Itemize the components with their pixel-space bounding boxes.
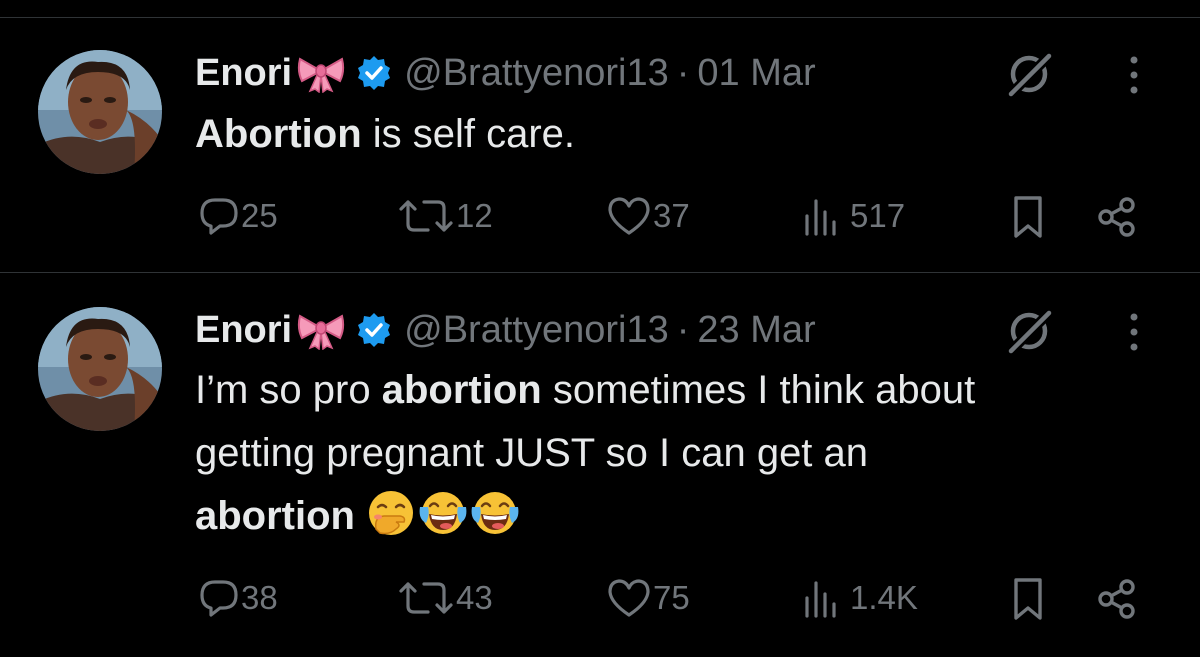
more-dots-icon[interactable] [1124, 312, 1144, 352]
reply-button[interactable]: 38 [199, 578, 278, 618]
reply-icon [199, 196, 239, 236]
bookmark-button[interactable] [1011, 195, 1045, 239]
tweet-text: Abortion is self care. [195, 103, 575, 166]
reply-button[interactable]: 25 [199, 196, 278, 236]
tweet-2[interactable]: Enori @Brattyenori13 · 23 Mar I’m so pro… [0, 273, 1200, 657]
share-button[interactable] [1097, 197, 1137, 237]
separator: · [676, 308, 690, 351]
author-handle[interactable]: @Brattyenori13 [404, 52, 669, 95]
text-segment [355, 494, 366, 538]
hand-over-mouth-emoji [366, 489, 416, 539]
views-count: 517 [850, 197, 906, 234]
tweet-1[interactable]: Enori @Brattyenori13 · 01 Mar Abortion i… [0, 0, 1200, 272]
reply-count: 25 [241, 197, 278, 234]
action-bar: 25 12 37 517 [0, 193, 1200, 243]
text-segment-bold: abortion [381, 368, 542, 412]
action-bar: 38 43 75 1.4K [0, 575, 1200, 625]
views-button[interactable]: 1.4K [802, 578, 918, 618]
text-segment-bold: Abortion [195, 112, 362, 156]
repost-icon [398, 578, 454, 618]
reply-count: 38 [241, 579, 278, 616]
ribbon-emoji [296, 53, 346, 93]
reply-icon [199, 578, 239, 618]
tweet-text: I’m so pro abortion sometimes I think ab… [195, 359, 975, 548]
share-icon [1097, 579, 1137, 619]
text-line-2: getting pregnant JUST so I can get an [195, 422, 975, 485]
tears-of-joy-emoji [470, 489, 520, 539]
tweet-date[interactable]: 23 Mar [697, 309, 815, 352]
tears-of-joy-emoji [418, 489, 468, 539]
views-icon [802, 578, 842, 618]
tweet-header: Enori @Brattyenori13 · 01 Mar [195, 50, 816, 96]
ribbon-emoji [296, 310, 346, 350]
like-count: 37 [653, 197, 690, 234]
avatar[interactable] [38, 50, 162, 174]
views-icon [802, 196, 842, 236]
text-segment: getting pregnant JUST so I can get an [195, 431, 869, 475]
like-button[interactable]: 75 [607, 578, 690, 618]
verified-badge-icon[interactable] [356, 55, 392, 91]
verified-badge-icon[interactable] [356, 312, 392, 348]
author-name[interactable]: Enori [195, 52, 292, 95]
grok-icon[interactable] [1005, 50, 1053, 98]
text-segment: sometimes I think about [541, 368, 976, 412]
repost-button[interactable]: 43 [398, 578, 493, 618]
share-button[interactable] [1097, 579, 1137, 619]
repost-icon [398, 196, 454, 236]
author-handle[interactable]: @Brattyenori13 [404, 309, 669, 352]
bookmark-icon [1011, 577, 1045, 621]
like-icon [607, 578, 651, 618]
text-line-1: I’m so pro abortion sometimes I think ab… [195, 359, 975, 422]
avatar[interactable] [38, 307, 162, 431]
bookmark-button[interactable] [1011, 577, 1045, 621]
views-count: 1.4K [850, 579, 918, 616]
tweet-date[interactable]: 01 Mar [697, 52, 815, 95]
like-count: 75 [653, 579, 690, 616]
like-icon [607, 196, 651, 236]
repost-count: 43 [456, 579, 493, 616]
author-name[interactable]: Enori [195, 309, 292, 352]
text-line-3: abortion [195, 485, 975, 548]
share-icon [1097, 197, 1137, 237]
repost-button[interactable]: 12 [398, 196, 493, 236]
separator: · [676, 51, 690, 94]
text-segment: is self care. [361, 112, 576, 156]
more-dots-icon[interactable] [1124, 55, 1144, 95]
tweet-header: Enori @Brattyenori13 · 23 Mar [195, 307, 816, 353]
text-segment: I’m so pro [195, 368, 382, 412]
grok-icon[interactable] [1005, 307, 1053, 355]
views-button[interactable]: 517 [802, 196, 905, 236]
text-segment-bold: abortion [195, 494, 355, 538]
bookmark-icon [1011, 195, 1045, 239]
repost-count: 12 [456, 197, 493, 234]
like-button[interactable]: 37 [607, 196, 690, 236]
